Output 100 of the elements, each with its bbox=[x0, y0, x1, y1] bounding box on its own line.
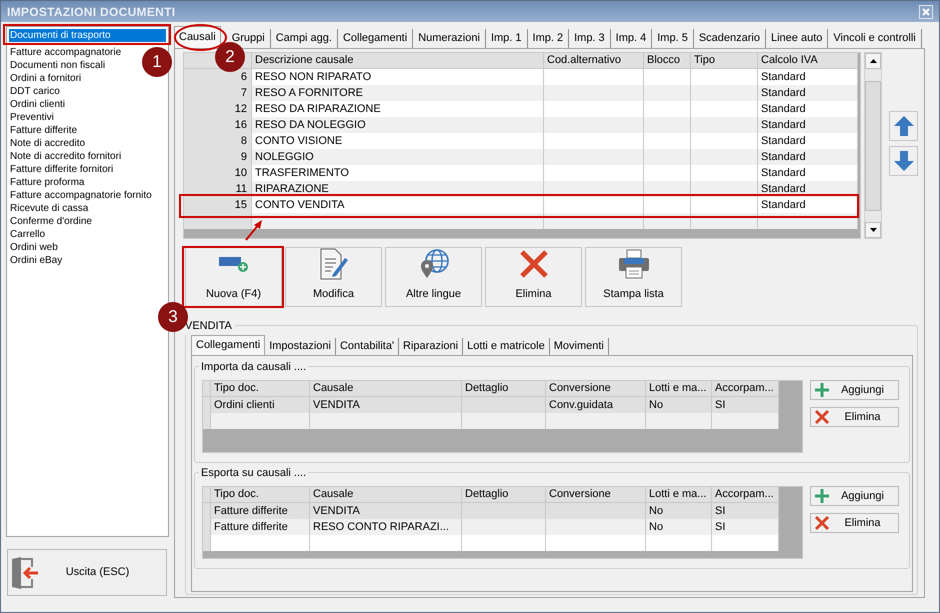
add-button[interactable]: Aggiungi bbox=[810, 380, 899, 400]
delete-button[interactable]: Elimina bbox=[810, 513, 899, 533]
list-item[interactable]: Ordini a fornitori bbox=[9, 72, 82, 85]
column-header: Blocco bbox=[644, 53, 691, 69]
column-header: Accorpam... bbox=[712, 381, 779, 397]
move-down-button[interactable] bbox=[889, 146, 918, 176]
row-code: 9 bbox=[184, 149, 252, 165]
list-item[interactable]: Note di accredito fornitori bbox=[9, 150, 122, 163]
list-item[interactable]: Fatture accompagnatorie bbox=[9, 46, 122, 59]
list-item[interactable]: Preventivi bbox=[9, 111, 55, 124]
column-header: Lotti e ma... bbox=[646, 381, 712, 397]
list-item[interactable]: Ricevute di cassa bbox=[9, 202, 90, 215]
table-cell bbox=[691, 133, 758, 149]
table-cell bbox=[644, 117, 691, 133]
row-code: 15 bbox=[184, 197, 252, 213]
column-header: Tipo doc. bbox=[211, 381, 310, 397]
close-icon bbox=[922, 8, 930, 16]
list-item[interactable]: Fatture differite bbox=[9, 124, 78, 137]
list-item[interactable]: Fatture proforma bbox=[9, 176, 86, 189]
delete-icon bbox=[814, 409, 830, 425]
down-arrow-icon bbox=[892, 150, 914, 172]
list-item[interactable]: Documenti non fiscali bbox=[9, 59, 106, 72]
table-cell: RESO DA RIPARAZIONE bbox=[252, 101, 544, 117]
table-cell: Standard bbox=[758, 197, 858, 213]
table-cell bbox=[691, 149, 758, 165]
column-header: Lotti e ma... bbox=[646, 487, 712, 503]
printer-icon bbox=[618, 248, 650, 279]
column-header: Accorpam... bbox=[712, 487, 779, 503]
table-cell bbox=[691, 197, 758, 213]
column-header: Conversione bbox=[546, 487, 646, 503]
row-code: 10 bbox=[184, 165, 252, 181]
table-cell bbox=[644, 101, 691, 117]
callout-arrow bbox=[244, 219, 264, 241]
table-cell bbox=[646, 413, 712, 429]
move-up-button[interactable] bbox=[889, 111, 918, 141]
action-button[interactable]: Stampa lista bbox=[585, 247, 682, 307]
window-title: IMPOSTAZIONI DOCUMENTI bbox=[7, 4, 176, 20]
table-cell: NOLEGGIO bbox=[252, 149, 544, 165]
close-button[interactable] bbox=[919, 4, 933, 18]
up-arrow-icon bbox=[892, 115, 914, 137]
delete-icon bbox=[518, 248, 548, 279]
table-cell: Fatture differite bbox=[211, 503, 310, 519]
column-header: Tipo bbox=[691, 53, 758, 69]
scroll-up-button[interactable] bbox=[865, 53, 881, 69]
scroll-down-button[interactable] bbox=[865, 222, 881, 238]
table-cell bbox=[712, 413, 779, 429]
list-item[interactable]: Documenti di trasporto bbox=[9, 29, 166, 42]
table-cell: Standard bbox=[758, 69, 858, 85]
table-cell bbox=[691, 85, 758, 101]
row-code: 7 bbox=[184, 85, 252, 101]
table-cell: Standard bbox=[758, 85, 858, 101]
table-cell bbox=[646, 535, 712, 551]
scroll-thumb[interactable] bbox=[865, 80, 881, 210]
table-cell: RESO NON RIPARATO bbox=[252, 69, 544, 85]
table-cell: Standard bbox=[758, 117, 858, 133]
list-item[interactable]: Ordini clienti bbox=[9, 98, 66, 111]
table-cell bbox=[644, 133, 691, 149]
column-header: Dettaglio bbox=[462, 487, 546, 503]
list-item[interactable]: Fatture differite fornitori bbox=[9, 163, 114, 176]
table-cell bbox=[691, 69, 758, 85]
tab[interactable]: Collegamenti bbox=[191, 335, 266, 355]
list-item[interactable]: Fatture accompagnatorie fornito bbox=[9, 189, 153, 202]
group-title: VENDITA bbox=[185, 318, 235, 334]
column-header: Causale bbox=[310, 487, 462, 503]
table-cell: SI bbox=[712, 519, 779, 535]
row-code: 12 bbox=[184, 101, 252, 117]
list-item[interactable]: Ordini web bbox=[9, 241, 59, 254]
list-item[interactable]: Note di accredito bbox=[9, 137, 86, 150]
delete-button[interactable]: Elimina bbox=[810, 407, 899, 427]
down-triangle-icon bbox=[870, 228, 876, 232]
edit-document-icon bbox=[318, 248, 348, 280]
table-cell: CONTO VISIONE bbox=[252, 133, 544, 149]
table-cell: RESO A FORNITORE bbox=[252, 85, 544, 101]
table-cell: Standard bbox=[758, 101, 858, 117]
list-item[interactable]: Ordini eBay bbox=[9, 254, 64, 267]
table-cell bbox=[644, 149, 691, 165]
table-cell: RESO CONTO RIPARAZI... bbox=[310, 519, 462, 535]
action-button[interactable]: Elimina bbox=[485, 247, 582, 307]
list-item[interactable]: Conferme d'ordine bbox=[9, 215, 93, 228]
action-button[interactable]: Altre lingue bbox=[385, 247, 482, 307]
row-code: 6 bbox=[184, 69, 252, 85]
table-cell: TRASFERIMENTO bbox=[252, 165, 544, 181]
group-title: Esporta su causali .... bbox=[199, 465, 308, 482]
table-cell bbox=[712, 535, 779, 551]
list-item[interactable]: Carrello bbox=[9, 228, 46, 241]
tab[interactable]: Causali bbox=[174, 26, 221, 48]
list-item[interactable]: DDT carico bbox=[9, 85, 61, 98]
action-button[interactable]: Nuova (F4) bbox=[185, 247, 282, 307]
action-button[interactable]: Modifica bbox=[285, 247, 382, 307]
table-cell: Fatture differite bbox=[211, 519, 310, 535]
column-header: Dettaglio bbox=[462, 381, 546, 397]
table-cell bbox=[644, 69, 691, 85]
table-cell: SI bbox=[712, 503, 779, 519]
table-cell bbox=[691, 165, 758, 181]
exit-button[interactable]: Uscita (ESC) bbox=[7, 549, 167, 596]
table-cell: No bbox=[646, 503, 712, 519]
table-cell: SI bbox=[712, 397, 779, 413]
add-button[interactable]: Aggiungi bbox=[810, 486, 899, 506]
table-cell: Standard bbox=[758, 149, 858, 165]
table-cell: Standard bbox=[758, 133, 858, 149]
